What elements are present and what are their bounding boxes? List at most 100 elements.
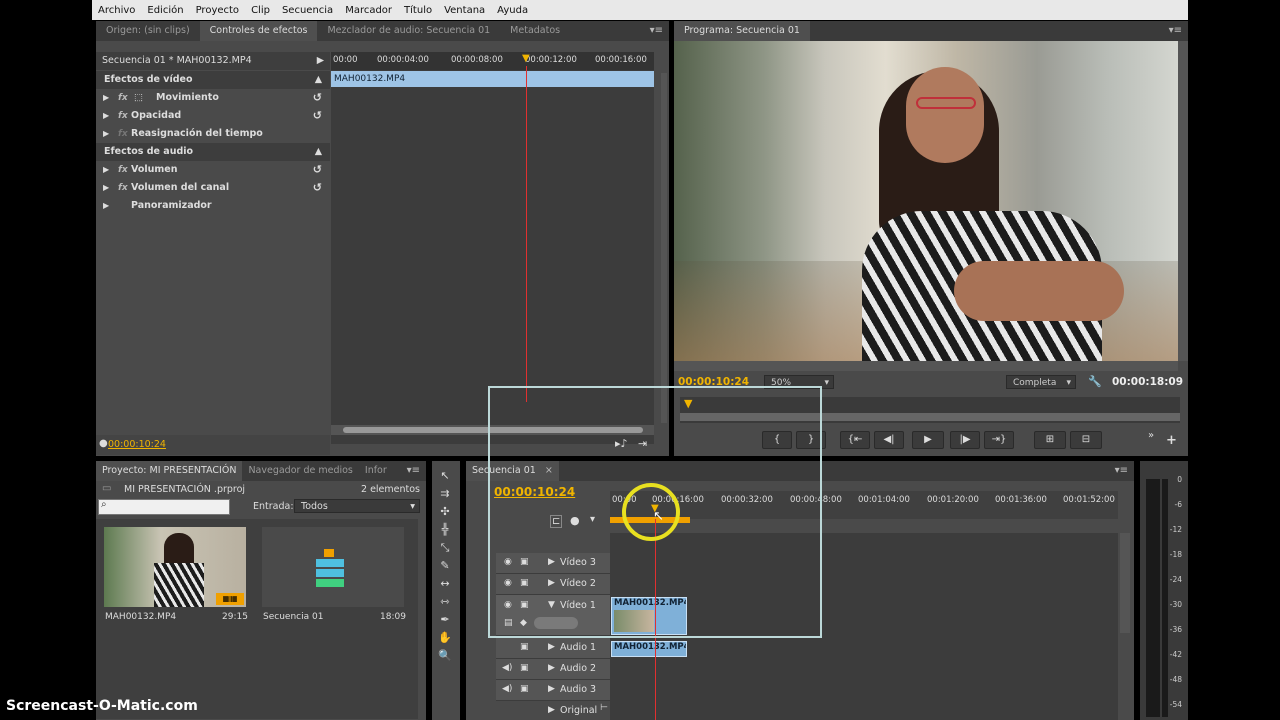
menu-clip[interactable]: Clip [245, 5, 276, 16]
menu-marcador[interactable]: Marcador [339, 5, 398, 16]
selection-tool-icon[interactable]: ↖ [432, 469, 458, 485]
clip-thumbnail[interactable]: ▦▦ [104, 527, 246, 607]
tab-mezclador-audio[interactable]: Mezclador de audio: Secuencia 01 [317, 21, 500, 41]
menu-archivo[interactable]: Archivo [92, 5, 141, 16]
slide-tool-icon[interactable]: ⇿ [432, 595, 458, 611]
effect-row-panoramizador[interactable]: ▶ Panoramizador [96, 197, 330, 215]
effect-row-opacidad[interactable]: ▶ fx Opacidad ↺ [96, 107, 330, 125]
film-icon[interactable]: ▣ [520, 684, 529, 694]
audio-clip[interactable]: MAH00132.MP4 [ [611, 641, 687, 657]
tab-programa[interactable]: Programa: Secuencia 01 [674, 21, 810, 41]
track-audio3[interactable]: ◀) ▣ ▶ Audio 3 [496, 680, 610, 701]
play-triangle-icon[interactable]: ▶ [317, 52, 324, 70]
menu-secuencia[interactable]: Secuencia [276, 5, 339, 16]
meter-tick-label: 0 [1177, 475, 1182, 484]
menu-ayuda[interactable]: Ayuda [491, 5, 534, 16]
program-vertical-scrollbar[interactable] [1178, 41, 1188, 361]
wrench-icon[interactable]: 🔧 [1088, 375, 1102, 388]
program-video-frame[interactable] [674, 41, 1178, 361]
effects-clip-bar[interactable]: MAH00132.MP4 [331, 71, 654, 87]
expand-arrow-icon[interactable]: ▶ [103, 89, 109, 107]
reset-icon[interactable]: ↺ [313, 179, 322, 197]
ripple-edit-tool-icon[interactable]: ✣ [432, 505, 458, 521]
ruler-label: 00:00:04:00 [377, 55, 429, 65]
sequence-thumbnail[interactable] [262, 527, 404, 607]
panel-menu-icon[interactable]: ▾≡ [1115, 465, 1128, 476]
collapse-icon[interactable]: ▲ [315, 143, 322, 161]
fx-icon[interactable]: fx [118, 179, 128, 197]
razor-tool-icon[interactable]: ✎ [432, 559, 458, 575]
speaker-icon[interactable]: ◀) [502, 684, 512, 694]
film-icon[interactable]: ▣ [520, 663, 529, 673]
expand-arrow-icon[interactable]: ▶ [103, 197, 109, 215]
audio-effects-header[interactable]: Efectos de audio ▲ [96, 143, 330, 161]
fx-icon[interactable]: fx [118, 107, 128, 125]
menu-ventana[interactable]: Ventana [438, 5, 491, 16]
tab-proyecto[interactable]: Proyecto: MI PRESENTACIÓN [96, 461, 243, 481]
panel-menu-icon[interactable]: ▾≡ [650, 25, 663, 36]
step-back-button[interactable]: ◀| [874, 431, 904, 449]
effect-row-movimiento[interactable]: ▶ fx ⬚ Movimiento ↺ [96, 89, 330, 107]
collapse-icon[interactable]: ▲ [315, 71, 322, 89]
expand-arrow-icon[interactable]: ▶ [548, 663, 555, 673]
expand-arrow-icon[interactable]: ▶ [103, 107, 109, 125]
effects-vertical-scrollbar[interactable] [661, 73, 667, 423]
tab-navegador-medios[interactable]: Navegador de medios [242, 461, 358, 481]
track-master[interactable]: ▶ Original ⊢ [496, 701, 610, 720]
track-audio1[interactable]: ▣ ▶ Audio 1 [496, 638, 610, 659]
entrada-select[interactable]: Todos ▾ [294, 499, 420, 513]
expand-arrow-icon[interactable]: ▶ [103, 179, 109, 197]
video-effects-header[interactable]: Efectos de vídeo ▲ [96, 71, 330, 89]
effects-ruler[interactable]: 00:00 00:00:04:00 00:00:08:00 00:00:12:0… [331, 52, 654, 70]
effect-row-reasignacion[interactable]: ▶ fx Reasignación del tiempo [96, 125, 330, 143]
timeline-vertical-scrollbar[interactable] [1120, 533, 1130, 633]
menu-proyecto[interactable]: Proyecto [190, 5, 245, 16]
expand-arrow-icon[interactable]: ▶ [548, 684, 555, 694]
effects-timecode[interactable]: 00:00:10:24 [108, 439, 166, 450]
tab-info[interactable]: Infor [359, 461, 393, 481]
panel-menu-icon[interactable]: ▾≡ [407, 465, 420, 476]
zoom-tool-icon[interactable]: 🔍 [432, 649, 458, 665]
search-input[interactable]: ⌕ [98, 499, 230, 515]
effect-row-volumen-canal[interactable]: ▶ fx Volumen del canal ↺ [96, 179, 330, 197]
tab-metadatos[interactable]: Metadatos [500, 21, 570, 41]
fx-icon[interactable]: fx [118, 89, 128, 107]
track-audio2[interactable]: ◀) ▣ ▶ Audio 2 [496, 659, 610, 680]
go-to-in-button[interactable]: {⇤ [840, 431, 870, 449]
meter-tick-label: -54 [1169, 700, 1182, 709]
expand-arrow-icon[interactable]: ▶ [103, 125, 109, 143]
panel-menu-icon[interactable]: ▾≡ [1169, 25, 1182, 36]
playhead-marker-icon[interactable]: ▼ [522, 53, 530, 64]
program-horizontal-scrollbar[interactable] [674, 361, 1178, 371]
tab-controles-efectos[interactable]: Controles de efectos [199, 21, 318, 41]
rolling-edit-tool-icon[interactable]: ╬ [432, 523, 458, 539]
step-forward-button[interactable]: |▶ [950, 431, 980, 449]
extract-button[interactable]: ⊟ [1070, 431, 1102, 449]
speaker-icon[interactable]: ◀) [502, 663, 512, 673]
go-to-out-button[interactable]: ⇥} [984, 431, 1014, 449]
pen-tool-icon[interactable]: ✒ [432, 613, 458, 629]
add-button-icon[interactable]: + [1166, 433, 1177, 448]
menu-edicion[interactable]: Edición [141, 5, 189, 16]
fx-icon[interactable]: fx [118, 161, 128, 179]
sequence-icon-mid [316, 559, 344, 567]
expand-arrow-icon[interactable]: ▶ [548, 705, 555, 715]
effect-row-volumen[interactable]: ▶ fx Volumen ↺ [96, 161, 330, 179]
hand-tool-icon[interactable]: ✋ [432, 631, 458, 647]
slip-tool-icon[interactable]: ↔ [432, 577, 458, 593]
master-icon: ⊢ [600, 703, 608, 713]
expand-arrow-icon[interactable]: ▶ [548, 642, 555, 652]
reset-icon[interactable]: ↺ [313, 161, 322, 179]
tab-origen[interactable]: Origen: (sin clips) [96, 21, 200, 41]
menu-titulo[interactable]: Título [398, 5, 438, 16]
film-icon[interactable]: ▣ [520, 642, 529, 652]
expand-arrow-icon[interactable]: ▶ [103, 161, 109, 179]
reset-icon[interactable]: ↺ [313, 89, 322, 107]
track-select-tool-icon[interactable]: ⇉ [432, 487, 458, 503]
reset-icon[interactable]: ↺ [313, 107, 322, 125]
play-button[interactable]: ▶ [912, 431, 944, 449]
lift-button[interactable]: ⊞ [1034, 431, 1066, 449]
more-controls-icon[interactable]: » [1148, 430, 1154, 441]
rate-stretch-tool-icon[interactable]: ⤡ [432, 541, 458, 557]
resolution-select[interactable]: Completa ▾ [1006, 375, 1076, 389]
